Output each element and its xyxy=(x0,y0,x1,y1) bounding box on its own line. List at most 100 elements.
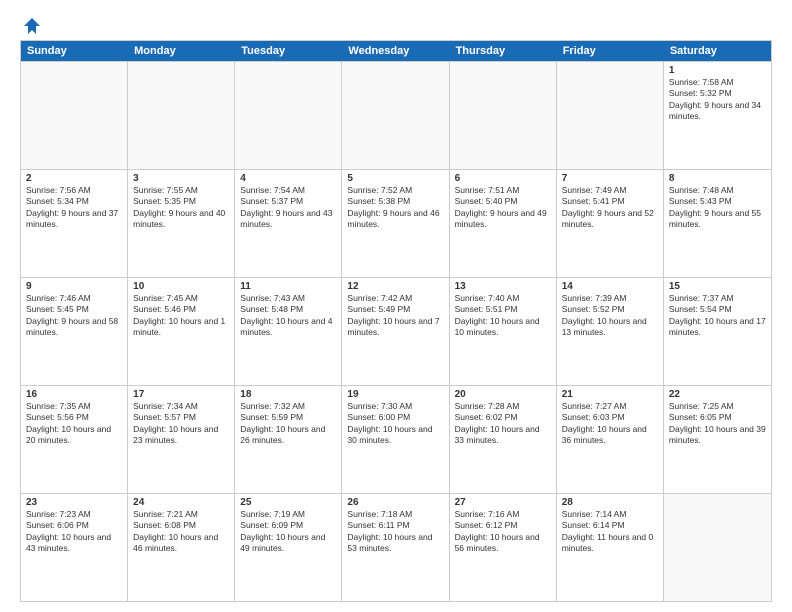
day-info: Sunrise: 7:54 AM Sunset: 5:37 PM Dayligh… xyxy=(240,185,336,231)
weekday-header-wednesday: Wednesday xyxy=(342,41,449,61)
calendar-cell: 13Sunrise: 7:40 AM Sunset: 5:51 PM Dayli… xyxy=(450,278,557,385)
day-number: 19 xyxy=(347,389,443,400)
calendar-body: 1Sunrise: 7:58 AM Sunset: 5:32 PM Daylig… xyxy=(21,61,771,601)
calendar-row-3: 9Sunrise: 7:46 AM Sunset: 5:45 PM Daylig… xyxy=(21,277,771,385)
day-info: Sunrise: 7:27 AM Sunset: 6:03 PM Dayligh… xyxy=(562,401,658,447)
calendar-cell: 23Sunrise: 7:23 AM Sunset: 6:06 PM Dayli… xyxy=(21,494,128,601)
calendar-cell: 8Sunrise: 7:48 AM Sunset: 5:43 PM Daylig… xyxy=(664,170,771,277)
day-info: Sunrise: 7:28 AM Sunset: 6:02 PM Dayligh… xyxy=(455,401,551,447)
day-info: Sunrise: 7:45 AM Sunset: 5:46 PM Dayligh… xyxy=(133,293,229,339)
day-number: 23 xyxy=(26,497,122,508)
day-number: 11 xyxy=(240,281,336,292)
calendar-row-2: 2Sunrise: 7:56 AM Sunset: 5:34 PM Daylig… xyxy=(21,169,771,277)
calendar-row-1: 1Sunrise: 7:58 AM Sunset: 5:32 PM Daylig… xyxy=(21,61,771,169)
day-info: Sunrise: 7:37 AM Sunset: 5:54 PM Dayligh… xyxy=(669,293,766,339)
day-number: 12 xyxy=(347,281,443,292)
calendar-row-4: 16Sunrise: 7:35 AM Sunset: 5:56 PM Dayli… xyxy=(21,385,771,493)
logo-icon xyxy=(22,16,42,36)
day-info: Sunrise: 7:43 AM Sunset: 5:48 PM Dayligh… xyxy=(240,293,336,339)
day-number: 5 xyxy=(347,173,443,184)
header xyxy=(20,16,772,32)
day-info: Sunrise: 7:56 AM Sunset: 5:34 PM Dayligh… xyxy=(26,185,122,231)
day-number: 7 xyxy=(562,173,658,184)
day-number: 1 xyxy=(669,65,766,76)
calendar-cell: 19Sunrise: 7:30 AM Sunset: 6:00 PM Dayli… xyxy=(342,386,449,493)
day-info: Sunrise: 7:23 AM Sunset: 6:06 PM Dayligh… xyxy=(26,509,122,555)
day-number: 14 xyxy=(562,281,658,292)
day-info: Sunrise: 7:25 AM Sunset: 6:05 PM Dayligh… xyxy=(669,401,766,447)
day-info: Sunrise: 7:39 AM Sunset: 5:52 PM Dayligh… xyxy=(562,293,658,339)
calendar-cell: 4Sunrise: 7:54 AM Sunset: 5:37 PM Daylig… xyxy=(235,170,342,277)
calendar-cell xyxy=(450,62,557,169)
calendar-cell: 27Sunrise: 7:16 AM Sunset: 6:12 PM Dayli… xyxy=(450,494,557,601)
weekday-header-friday: Friday xyxy=(557,41,664,61)
day-info: Sunrise: 7:21 AM Sunset: 6:08 PM Dayligh… xyxy=(133,509,229,555)
day-number: 26 xyxy=(347,497,443,508)
calendar-cell: 25Sunrise: 7:19 AM Sunset: 6:09 PM Dayli… xyxy=(235,494,342,601)
day-info: Sunrise: 7:18 AM Sunset: 6:11 PM Dayligh… xyxy=(347,509,443,555)
day-number: 10 xyxy=(133,281,229,292)
day-info: Sunrise: 7:42 AM Sunset: 5:49 PM Dayligh… xyxy=(347,293,443,339)
calendar-cell: 3Sunrise: 7:55 AM Sunset: 5:35 PM Daylig… xyxy=(128,170,235,277)
calendar-cell: 20Sunrise: 7:28 AM Sunset: 6:02 PM Dayli… xyxy=(450,386,557,493)
calendar-cell: 7Sunrise: 7:49 AM Sunset: 5:41 PM Daylig… xyxy=(557,170,664,277)
day-number: 20 xyxy=(455,389,551,400)
calendar: SundayMondayTuesdayWednesdayThursdayFrid… xyxy=(20,40,772,602)
day-info: Sunrise: 7:34 AM Sunset: 5:57 PM Dayligh… xyxy=(133,401,229,447)
calendar-cell xyxy=(664,494,771,601)
calendar-cell xyxy=(21,62,128,169)
day-info: Sunrise: 7:48 AM Sunset: 5:43 PM Dayligh… xyxy=(669,185,766,231)
calendar-cell: 15Sunrise: 7:37 AM Sunset: 5:54 PM Dayli… xyxy=(664,278,771,385)
day-info: Sunrise: 7:51 AM Sunset: 5:40 PM Dayligh… xyxy=(455,185,551,231)
calendar-cell: 14Sunrise: 7:39 AM Sunset: 5:52 PM Dayli… xyxy=(557,278,664,385)
day-number: 2 xyxy=(26,173,122,184)
calendar-cell: 9Sunrise: 7:46 AM Sunset: 5:45 PM Daylig… xyxy=(21,278,128,385)
day-info: Sunrise: 7:55 AM Sunset: 5:35 PM Dayligh… xyxy=(133,185,229,231)
calendar-row-5: 23Sunrise: 7:23 AM Sunset: 6:06 PM Dayli… xyxy=(21,493,771,601)
calendar-cell: 1Sunrise: 7:58 AM Sunset: 5:32 PM Daylig… xyxy=(664,62,771,169)
page: SundayMondayTuesdayWednesdayThursdayFrid… xyxy=(0,0,792,612)
calendar-cell: 18Sunrise: 7:32 AM Sunset: 5:59 PM Dayli… xyxy=(235,386,342,493)
day-info: Sunrise: 7:32 AM Sunset: 5:59 PM Dayligh… xyxy=(240,401,336,447)
weekday-header-sunday: Sunday xyxy=(21,41,128,61)
day-info: Sunrise: 7:52 AM Sunset: 5:38 PM Dayligh… xyxy=(347,185,443,231)
calendar-cell: 12Sunrise: 7:42 AM Sunset: 5:49 PM Dayli… xyxy=(342,278,449,385)
calendar-cell: 17Sunrise: 7:34 AM Sunset: 5:57 PM Dayli… xyxy=(128,386,235,493)
calendar-cell: 2Sunrise: 7:56 AM Sunset: 5:34 PM Daylig… xyxy=(21,170,128,277)
calendar-cell xyxy=(235,62,342,169)
calendar-cell xyxy=(342,62,449,169)
day-number: 24 xyxy=(133,497,229,508)
weekday-header-monday: Monday xyxy=(128,41,235,61)
logo xyxy=(20,16,42,32)
calendar-header: SundayMondayTuesdayWednesdayThursdayFrid… xyxy=(21,41,771,61)
day-number: 21 xyxy=(562,389,658,400)
weekday-header-saturday: Saturday xyxy=(664,41,771,61)
day-number: 9 xyxy=(26,281,122,292)
day-number: 3 xyxy=(133,173,229,184)
day-number: 4 xyxy=(240,173,336,184)
day-info: Sunrise: 7:30 AM Sunset: 6:00 PM Dayligh… xyxy=(347,401,443,447)
day-info: Sunrise: 7:35 AM Sunset: 5:56 PM Dayligh… xyxy=(26,401,122,447)
day-number: 17 xyxy=(133,389,229,400)
calendar-cell: 28Sunrise: 7:14 AM Sunset: 6:14 PM Dayli… xyxy=(557,494,664,601)
calendar-cell: 22Sunrise: 7:25 AM Sunset: 6:05 PM Dayli… xyxy=(664,386,771,493)
weekday-header-tuesday: Tuesday xyxy=(235,41,342,61)
calendar-cell: 11Sunrise: 7:43 AM Sunset: 5:48 PM Dayli… xyxy=(235,278,342,385)
day-info: Sunrise: 7:58 AM Sunset: 5:32 PM Dayligh… xyxy=(669,77,766,123)
day-info: Sunrise: 7:49 AM Sunset: 5:41 PM Dayligh… xyxy=(562,185,658,231)
day-info: Sunrise: 7:46 AM Sunset: 5:45 PM Dayligh… xyxy=(26,293,122,339)
calendar-cell: 10Sunrise: 7:45 AM Sunset: 5:46 PM Dayli… xyxy=(128,278,235,385)
calendar-cell: 6Sunrise: 7:51 AM Sunset: 5:40 PM Daylig… xyxy=(450,170,557,277)
day-info: Sunrise: 7:19 AM Sunset: 6:09 PM Dayligh… xyxy=(240,509,336,555)
calendar-cell: 5Sunrise: 7:52 AM Sunset: 5:38 PM Daylig… xyxy=(342,170,449,277)
calendar-cell: 21Sunrise: 7:27 AM Sunset: 6:03 PM Dayli… xyxy=(557,386,664,493)
day-number: 13 xyxy=(455,281,551,292)
calendar-cell xyxy=(557,62,664,169)
day-number: 16 xyxy=(26,389,122,400)
day-info: Sunrise: 7:14 AM Sunset: 6:14 PM Dayligh… xyxy=(562,509,658,555)
day-number: 18 xyxy=(240,389,336,400)
calendar-cell: 24Sunrise: 7:21 AM Sunset: 6:08 PM Dayli… xyxy=(128,494,235,601)
day-number: 28 xyxy=(562,497,658,508)
day-number: 15 xyxy=(669,281,766,292)
day-info: Sunrise: 7:16 AM Sunset: 6:12 PM Dayligh… xyxy=(455,509,551,555)
